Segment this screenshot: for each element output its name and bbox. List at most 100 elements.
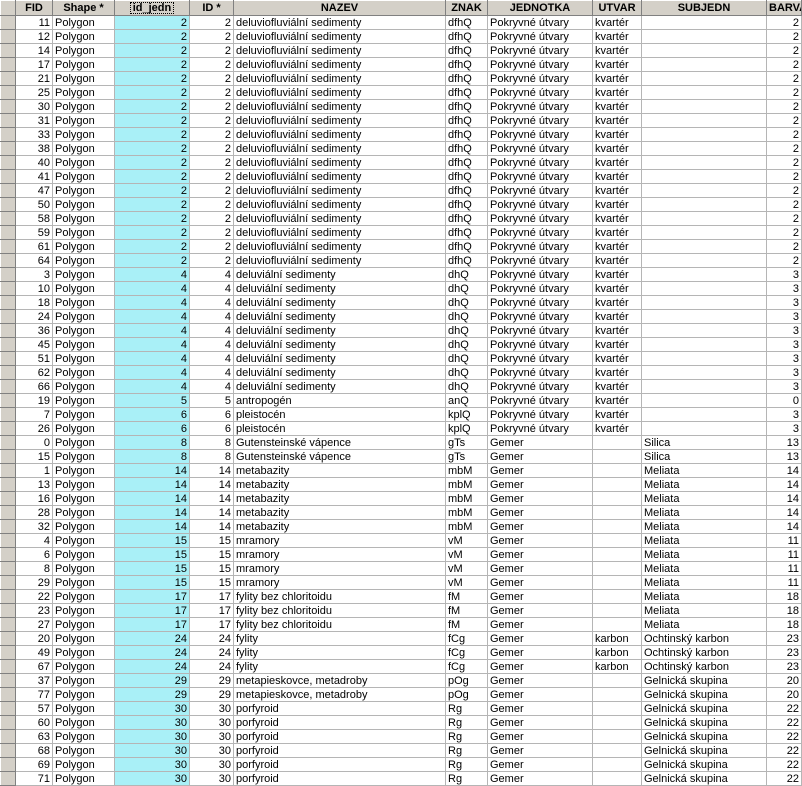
cell-shape[interactable]: Polygon [52, 295, 115, 310]
table-row[interactable]: 69 Polygon 30 30 porfyroid Rg Gemer Gelnická sk… [0, 757, 802, 772]
column-header-nazev[interactable]: NAZEV [233, 0, 446, 16]
cell-id-jedn[interactable]: 2 [114, 71, 190, 86]
cell-fid[interactable]: 7 [15, 407, 53, 422]
cell-znak[interactable]: vM [445, 533, 488, 548]
cell-znak[interactable]: dfhQ [445, 197, 488, 212]
cell-jednotka[interactable]: Pokryvné útvary [487, 155, 593, 170]
cell-nazev[interactable]: deluviální sedimenty [233, 309, 446, 324]
cell-jednotka[interactable]: Pokryvné útvary [487, 99, 593, 114]
cell-jednotka[interactable]: Pokryvné útvary [487, 141, 593, 156]
cell-id[interactable]: 14 [189, 519, 234, 534]
cell-shape[interactable]: Polygon [52, 463, 115, 478]
cell-id[interactable]: 4 [189, 337, 234, 352]
cell-nazev[interactable]: mramory [233, 547, 446, 562]
cell-subjedn[interactable]: Ochtinský karbon [641, 659, 767, 674]
cell-jednotka[interactable]: Pokryvné útvary [487, 309, 593, 324]
cell-id[interactable]: 2 [189, 225, 234, 240]
cell-barva[interactable]: 23 [766, 631, 802, 646]
column-header-fid[interactable]: FID [15, 0, 53, 16]
cell-id-jedn[interactable]: 17 [114, 617, 190, 632]
cell-id-jedn[interactable]: 8 [114, 435, 190, 450]
cell-fid[interactable]: 36 [15, 323, 53, 338]
cell-shape[interactable]: Polygon [52, 43, 115, 58]
cell-utvar[interactable]: kvartér [592, 169, 642, 184]
cell-jednotka[interactable]: Gemer [487, 743, 593, 758]
cell-subjedn[interactable]: Meliata [641, 505, 767, 520]
row-selector[interactable] [0, 85, 16, 100]
cell-jednotka[interactable]: Gemer [487, 463, 593, 478]
cell-jednotka[interactable]: Pokryvné útvary [487, 393, 593, 408]
cell-znak[interactable]: mbM [445, 491, 488, 506]
cell-nazev[interactable]: fylity bez chloritoidu [233, 603, 446, 618]
cell-utvar[interactable] [592, 729, 642, 744]
table-row[interactable]: 8 Polygon 15 15 mramory vM Gemer Meliata 11 [0, 561, 802, 576]
cell-shape[interactable]: Polygon [52, 141, 115, 156]
cell-znak[interactable]: pOg [445, 673, 488, 688]
cell-barva[interactable]: 2 [766, 43, 802, 58]
row-selector[interactable] [0, 687, 16, 702]
cell-jednotka[interactable]: Pokryvné útvary [487, 323, 593, 338]
cell-id-jedn[interactable]: 30 [114, 743, 190, 758]
cell-znak[interactable]: dhQ [445, 337, 488, 352]
cell-id[interactable]: 30 [189, 715, 234, 730]
cell-jednotka[interactable]: Gemer [487, 673, 593, 688]
cell-jednotka[interactable]: Gemer [487, 771, 593, 786]
cell-nazev[interactable]: deluviofluviální sedimenty [233, 169, 446, 184]
table-row[interactable]: 29 Polygon 15 15 mramory vM Gemer Meliata 11 [0, 575, 802, 590]
table-row[interactable]: 71 Polygon 30 30 porfyroid Rg Gemer Gelnická sk… [0, 771, 802, 786]
cell-nazev[interactable]: deluviální sedimenty [233, 337, 446, 352]
cell-nazev[interactable]: deluviofluviální sedimenty [233, 253, 446, 268]
cell-nazev[interactable]: fylity bez chloritoidu [233, 617, 446, 632]
cell-jednotka[interactable]: Gemer [487, 491, 593, 506]
cell-shape[interactable]: Polygon [52, 575, 115, 590]
table-row[interactable]: 25 Polygon 2 2 deluviofluviální sedimenty dfh… [0, 85, 802, 100]
cell-jednotka[interactable]: Pokryvné útvary [487, 295, 593, 310]
cell-utvar[interactable] [592, 575, 642, 590]
cell-shape[interactable]: Polygon [52, 281, 115, 296]
cell-id[interactable]: 2 [189, 169, 234, 184]
cell-fid[interactable]: 23 [15, 603, 53, 618]
cell-jednotka[interactable]: Gemer [487, 449, 593, 464]
cell-jednotka[interactable]: Pokryvné útvary [487, 351, 593, 366]
cell-barva[interactable]: 22 [766, 715, 802, 730]
cell-jednotka[interactable]: Pokryvné útvary [487, 365, 593, 380]
cell-subjedn[interactable]: Gelnická skupina [641, 701, 767, 716]
cell-id-jedn[interactable]: 30 [114, 757, 190, 772]
cell-id[interactable]: 15 [189, 547, 234, 562]
cell-znak[interactable]: Rg [445, 729, 488, 744]
cell-znak[interactable]: Rg [445, 743, 488, 758]
cell-nazev[interactable]: fylity [233, 631, 446, 646]
cell-fid[interactable]: 58 [15, 211, 53, 226]
cell-shape[interactable]: Polygon [52, 561, 115, 576]
cell-id[interactable]: 2 [189, 113, 234, 128]
cell-subjedn[interactable]: Meliata [641, 477, 767, 492]
table-row[interactable]: 3 Polygon 4 4 deluviální sedimenty dhQ Pokryvn… [0, 267, 802, 282]
cell-shape[interactable]: Polygon [52, 197, 115, 212]
table-row[interactable]: 18 Polygon 4 4 deluviální sedimenty dhQ Pokryv… [0, 295, 802, 310]
cell-utvar[interactable]: kvartér [592, 113, 642, 128]
cell-id[interactable]: 6 [189, 421, 234, 436]
row-selector[interactable] [0, 449, 16, 464]
cell-nazev[interactable]: deluviofluviální sedimenty [233, 85, 446, 100]
cell-subjedn[interactable]: Gelnická skupina [641, 673, 767, 688]
cell-fid[interactable]: 27 [15, 617, 53, 632]
table-row[interactable]: 59 Polygon 2 2 deluviofluviální sedimenty dfh… [0, 225, 802, 240]
cell-znak[interactable]: fM [445, 603, 488, 618]
cell-utvar[interactable] [592, 435, 642, 450]
cell-barva[interactable]: 23 [766, 659, 802, 674]
cell-barva[interactable]: 2 [766, 57, 802, 72]
cell-fid[interactable]: 16 [15, 491, 53, 506]
cell-utvar[interactable]: kvartér [592, 295, 642, 310]
cell-barva[interactable]: 2 [766, 85, 802, 100]
cell-subjedn[interactable]: Meliata [641, 603, 767, 618]
table-row[interactable]: 14 Polygon 2 2 deluviofluviální sedimenty dfh… [0, 43, 802, 58]
cell-subjedn[interactable] [641, 155, 767, 170]
cell-nazev[interactable]: deluviofluviální sedimenty [233, 29, 446, 44]
cell-fid[interactable]: 30 [15, 99, 53, 114]
cell-barva[interactable]: 2 [766, 253, 802, 268]
cell-barva[interactable]: 2 [766, 29, 802, 44]
cell-fid[interactable]: 24 [15, 309, 53, 324]
cell-id-jedn[interactable]: 29 [114, 687, 190, 702]
cell-id-jedn[interactable]: 2 [114, 253, 190, 268]
cell-jednotka[interactable]: Pokryvné útvary [487, 169, 593, 184]
